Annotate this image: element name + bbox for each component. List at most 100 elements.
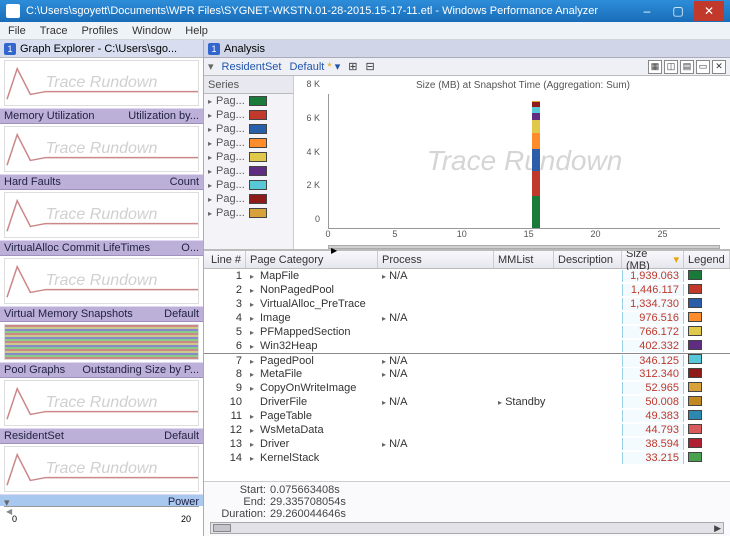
x-tick: 0: [325, 229, 330, 239]
bar-segment[interactable]: [532, 101, 540, 102]
y-tick: 0: [315, 214, 320, 224]
table-row[interactable]: 7▸PagedPool▸ N/A346.125: [204, 353, 730, 367]
bar-segment[interactable]: [532, 113, 540, 120]
table-h-scrollbar[interactable]: ▶: [210, 522, 724, 534]
col-page-category[interactable]: Page Category: [246, 251, 378, 268]
menu-bar: File Trace Profiles Window Help: [0, 22, 730, 40]
preset-dropdown[interactable]: Default * ▾: [289, 60, 340, 73]
expand-icon[interactable]: ▾: [208, 60, 214, 73]
series-item[interactable]: ▸Pag...: [204, 94, 293, 108]
table-row[interactable]: 8▸MetaFile▸ N/A312.340: [204, 367, 730, 381]
bar-segment[interactable]: [532, 196, 540, 228]
menu-window[interactable]: Window: [132, 25, 171, 37]
section-header[interactable]: VirtualAlloc Commit LifeTimesO...: [0, 240, 203, 256]
section-header[interactable]: ▾Power: [0, 494, 203, 506]
y-tick: 4 K: [306, 147, 320, 157]
graph-explorer-title[interactable]: 1 Graph Explorer - C:\Users\sgo...: [0, 40, 203, 58]
series-item[interactable]: ▸Pag...: [204, 164, 293, 178]
col-legend[interactable]: Legend: [684, 251, 730, 268]
footer-end: 29.335708054s: [270, 496, 346, 508]
col-description[interactable]: Description: [554, 251, 622, 268]
bar-segment[interactable]: [532, 107, 540, 113]
bar-segment[interactable]: [532, 171, 540, 195]
table-row[interactable]: 3▸VirtualAlloc_PreTrace1,334.730: [204, 297, 730, 311]
analysis-tab-bar: 1 Analysis: [204, 40, 730, 58]
menu-help[interactable]: Help: [185, 25, 208, 37]
footer-start-label: Start:: [210, 484, 266, 496]
bar-segment[interactable]: [532, 133, 540, 149]
bar-segment[interactable]: [532, 149, 540, 171]
graph-thumbnail[interactable]: Trace Rundown: [4, 192, 199, 238]
graph-explorer-panel: 1 Graph Explorer - C:\Users\sgo... Trace…: [0, 40, 204, 536]
chart-x-scrollbar[interactable]: ▶: [328, 245, 720, 249]
menu-file[interactable]: File: [8, 25, 26, 37]
table-row[interactable]: 14▸KernelStack33.215: [204, 451, 730, 465]
window-title: C:\Users\sgoyett\Documents\WPR Files\SYG…: [26, 5, 632, 17]
col-process[interactable]: Process: [378, 251, 494, 268]
table-row[interactable]: 9▸CopyOnWriteImage52.965: [204, 381, 730, 395]
x-tick: 15: [524, 229, 534, 239]
panel-number-badge: 1: [208, 43, 220, 55]
col-line[interactable]: Line #: [204, 251, 246, 268]
x-tick: 25: [657, 229, 667, 239]
toolbar-icon[interactable]: ⊞: [348, 60, 357, 73]
series-item[interactable]: ▸Pag...: [204, 108, 293, 122]
panel-close-icon[interactable]: ✕: [712, 60, 726, 74]
table-row[interactable]: 13▸Driver▸ N/A38.594: [204, 437, 730, 451]
section-header[interactable]: Hard FaultsCount: [0, 174, 203, 190]
section-header[interactable]: ResidentSetDefault: [0, 428, 203, 444]
table-row[interactable]: 6▸Win32Heap402.332: [204, 339, 730, 353]
graph-thumbnail[interactable]: Trace Rundown: [4, 446, 199, 492]
graph-thumbnail[interactable]: Trace Rundown: [4, 60, 199, 106]
table-row[interactable]: 4▸Image▸ N/A976.516: [204, 311, 730, 325]
col-size[interactable]: Size (MB)▾: [622, 251, 684, 268]
graph-thumbnail[interactable]: [4, 324, 199, 360]
col-mmlist[interactable]: MMList: [494, 251, 554, 268]
series-legend: Series ▸Pag...▸Pag...▸Pag...▸Pag...▸Pag.…: [204, 76, 294, 249]
table-row[interactable]: 11▸PageTable49.383: [204, 409, 730, 423]
graph-thumbnail[interactable]: Trace Rundown: [4, 126, 199, 172]
footer-duration-label: Duration:: [210, 508, 266, 520]
view-chart-icon[interactable]: ▦: [648, 60, 662, 74]
chart-plot[interactable]: Size (MB) at Snapshot Time (Aggregation:…: [294, 76, 730, 249]
x-tick: 5: [392, 229, 397, 239]
bar-segment[interactable]: [532, 120, 540, 133]
x-tick: 10: [457, 229, 467, 239]
table-row[interactable]: 5▸PFMappedSection766.172: [204, 325, 730, 339]
toolbar-icon[interactable]: ⊟: [365, 60, 374, 73]
series-item[interactable]: ▸Pag...: [204, 136, 293, 150]
view-split-icon[interactable]: ◫: [664, 60, 678, 74]
series-item[interactable]: ▸Pag...: [204, 192, 293, 206]
chart-toolbar: ▾ ResidentSet Default * ▾ ⊞ ⊟ ▦ ◫ ▤ ▭ ✕: [204, 58, 730, 76]
series-item[interactable]: ▸Pag...: [204, 206, 293, 220]
view-table-icon[interactable]: ▤: [680, 60, 694, 74]
selection-footer: Start:0.075663408s End:29.335708054s Dur…: [204, 481, 730, 536]
table-row[interactable]: 1▸MapFile▸ N/A1,939.063: [204, 269, 730, 283]
chart-watermark: Trace Rundown: [329, 94, 720, 228]
bar-segment[interactable]: [532, 102, 540, 107]
table-row[interactable]: 2▸NonPagedPool1,446.117: [204, 283, 730, 297]
dataset-dropdown[interactable]: ResidentSet: [222, 61, 282, 73]
footer-end-label: End:: [210, 496, 266, 508]
footer-duration: 29.260044646s: [270, 508, 346, 520]
section-header[interactable]: Pool GraphsOutstanding Size by P...: [0, 362, 203, 378]
menu-trace[interactable]: Trace: [40, 25, 68, 37]
series-item[interactable]: ▸Pag...: [204, 122, 293, 136]
graph-thumbnail[interactable]: Trace Rundown: [4, 258, 199, 304]
section-header[interactable]: Memory UtilizationUtilization by...: [0, 108, 203, 124]
y-tick: 2 K: [306, 180, 320, 190]
series-header[interactable]: Series: [204, 76, 293, 94]
graph-thumbnail[interactable]: Trace Rundown: [4, 380, 199, 426]
series-item[interactable]: ▸Pag...: [204, 178, 293, 192]
menu-profiles[interactable]: Profiles: [81, 25, 118, 37]
close-button[interactable]: ✕: [694, 1, 724, 21]
analysis-tab[interactable]: Analysis: [224, 43, 265, 55]
section-header[interactable]: Virtual Memory SnapshotsDefault: [0, 306, 203, 322]
panel-dock-icon[interactable]: ▭: [696, 60, 710, 74]
table-row[interactable]: 10DriverFile▸ N/A▸ Standby50.008: [204, 395, 730, 409]
chart-area: Series ▸Pag...▸Pag...▸Pag...▸Pag...▸Pag.…: [204, 76, 730, 250]
minimize-button[interactable]: –: [632, 1, 662, 21]
maximize-button[interactable]: ▢: [663, 1, 693, 21]
series-item[interactable]: ▸Pag...: [204, 150, 293, 164]
table-row[interactable]: 12▸WsMetaData44.793: [204, 423, 730, 437]
